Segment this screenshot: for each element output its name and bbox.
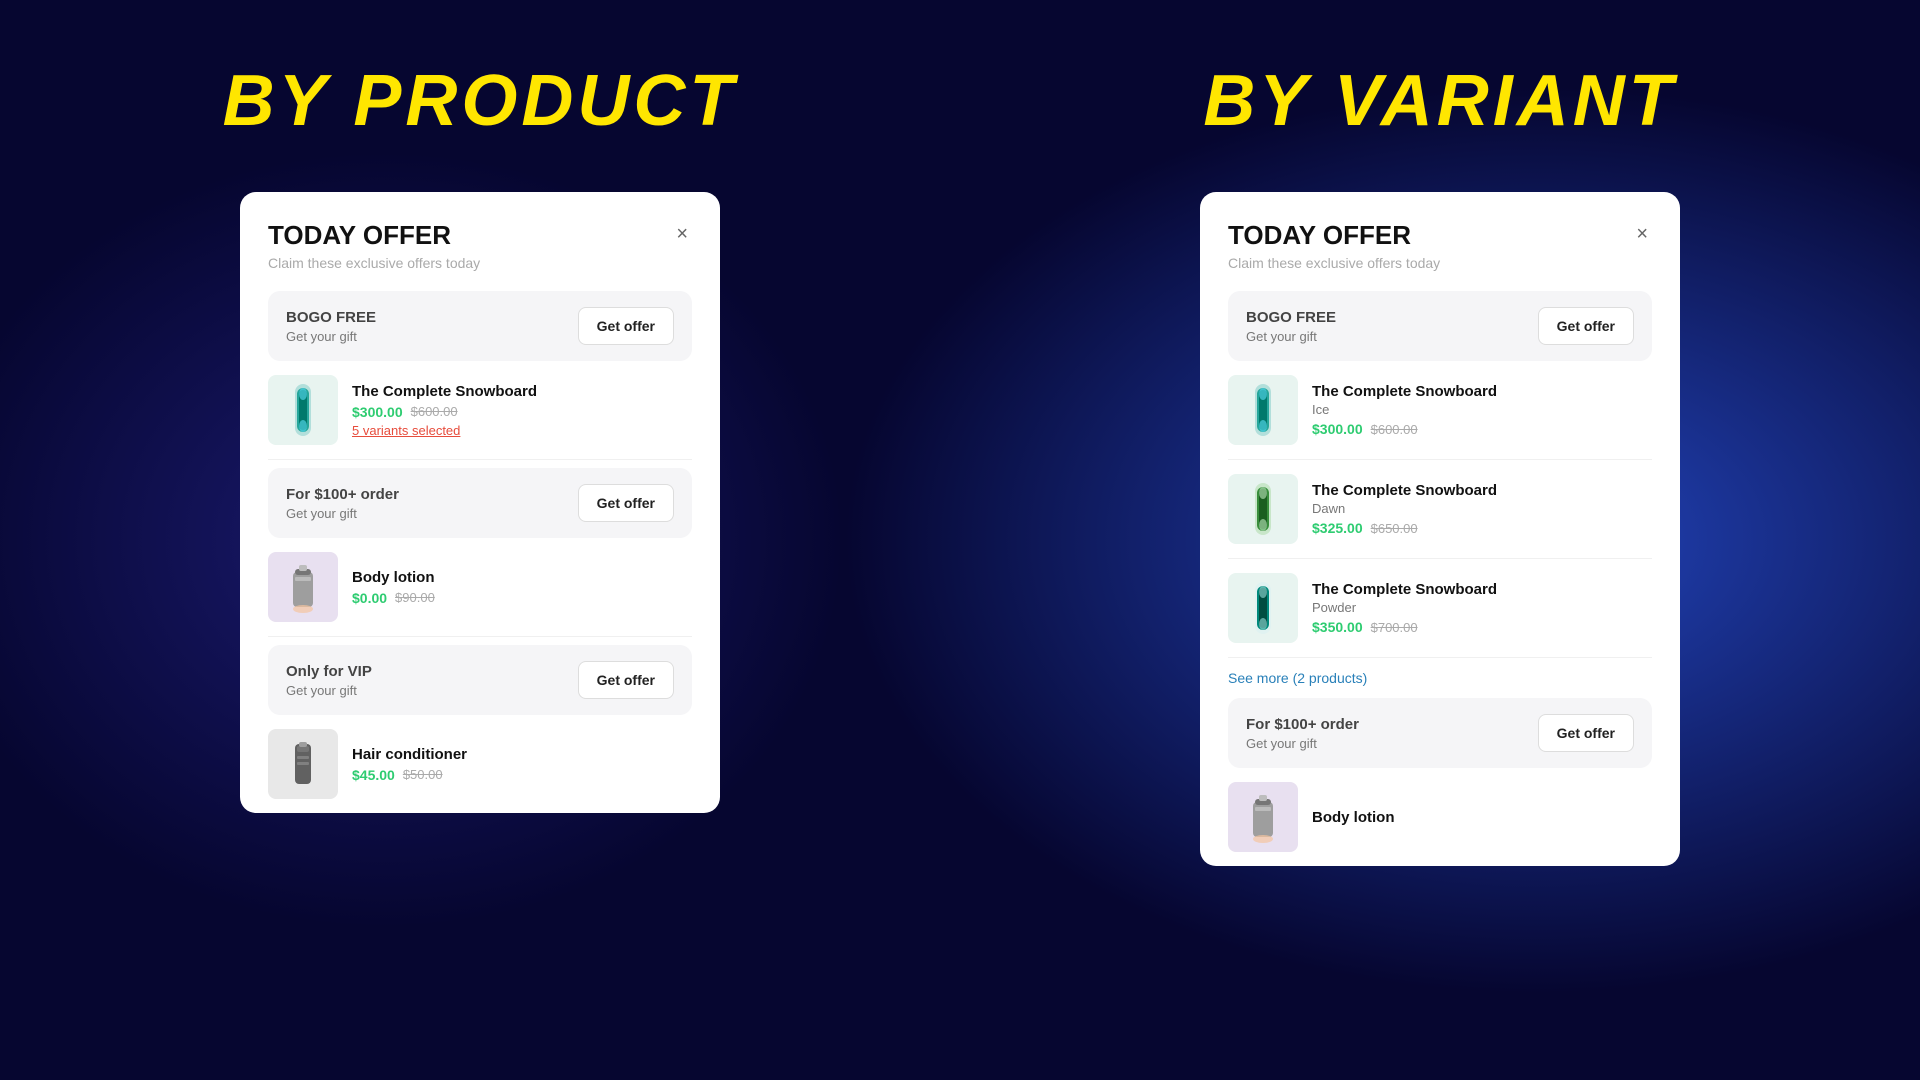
price-current-lotion: $0.00 bbox=[352, 590, 387, 606]
offer-100-sublabel-product: Get your gift bbox=[286, 506, 399, 521]
offer-section-100-variant: For $100+ order Get your gift Get offer bbox=[1228, 698, 1652, 768]
offer-section-100-product: For $100+ order Get your gift Get offer bbox=[268, 468, 692, 538]
bogo-sublabel-product: Get your gift bbox=[286, 329, 376, 344]
offer-bogo-text: BOGO FREE Get your gift bbox=[286, 309, 376, 344]
price-row-conditioner: $45.00 $50.00 bbox=[352, 767, 692, 783]
card-header-text: TODAY OFFER Claim these exclusive offers… bbox=[268, 220, 480, 271]
product-item-conditioner-product: Hair conditioner $45.00 $50.00 bbox=[268, 715, 692, 813]
product-info-snowboard-ice: The Complete Snowboard Ice $300.00 $600.… bbox=[1312, 383, 1652, 437]
product-name-snowboard: The Complete Snowboard bbox=[352, 383, 692, 400]
product-name-conditioner: Hair conditioner bbox=[352, 746, 692, 763]
product-name-lotion-variant: Body lotion bbox=[1312, 809, 1652, 826]
price-row-snowboard-dawn: $325.00 $650.00 bbox=[1312, 520, 1652, 536]
price-original-lotion: $90.00 bbox=[395, 590, 435, 605]
variants-selected-snowboard: 5 variants selected bbox=[352, 423, 692, 438]
product-info-snowboard: The Complete Snowboard $300.00 $600.00 5… bbox=[352, 383, 692, 438]
price-original-conditioner: $50.00 bbox=[403, 767, 443, 782]
offer-100-text: For $100+ order Get your gift bbox=[286, 486, 399, 521]
product-image-snowboard-dawn bbox=[1228, 474, 1298, 544]
price-row-snowboard-ice: $300.00 $600.00 bbox=[1312, 421, 1652, 437]
product-info-lotion: Body lotion $0.00 $90.00 bbox=[352, 569, 692, 606]
offer-100-label-product: For $100+ order bbox=[286, 486, 399, 503]
price-current-dawn: $325.00 bbox=[1312, 520, 1363, 536]
by-variant-title: BY VARIANT bbox=[1203, 60, 1676, 142]
get-offer-bogo-product[interactable]: Get offer bbox=[578, 307, 674, 345]
offer-section-bogo-variant: BOGO FREE Get your gift Get offer bbox=[1228, 291, 1652, 361]
product-item-lotion-product: Body lotion $0.00 $90.00 bbox=[268, 538, 692, 637]
offer-section-vip-product: Only for VIP Get your gift Get offer bbox=[268, 645, 692, 715]
product-name-snowboard-powder: The Complete Snowboard bbox=[1312, 581, 1652, 598]
product-item-snowboard-dawn: The Complete Snowboard Dawn $325.00 $650… bbox=[1228, 460, 1652, 559]
price-original-dawn: $650.00 bbox=[1371, 521, 1418, 536]
see-more-link[interactable]: See more (2 products) bbox=[1228, 658, 1652, 698]
product-name-snowboard-ice: The Complete Snowboard bbox=[1312, 383, 1652, 400]
offer-100-sublabel-variant: Get your gift bbox=[1246, 736, 1359, 751]
offer-100-label-variant: For $100+ order bbox=[1246, 716, 1359, 733]
product-info-snowboard-powder: The Complete Snowboard Powder $350.00 $7… bbox=[1312, 581, 1652, 635]
price-current-conditioner: $45.00 bbox=[352, 767, 395, 783]
product-name-snowboard-dawn: The Complete Snowboard bbox=[1312, 482, 1652, 499]
product-variant-powder: Powder bbox=[1312, 600, 1652, 615]
close-button-variant[interactable]: × bbox=[1632, 220, 1652, 248]
get-offer-100-product[interactable]: Get offer bbox=[578, 484, 674, 522]
page-layout: BY PRODUCT TODAY OFFER Claim these exclu… bbox=[0, 0, 1920, 1080]
card-title-product: TODAY OFFER bbox=[268, 220, 480, 251]
offer-card-product: TODAY OFFER Claim these exclusive offers… bbox=[240, 192, 720, 813]
product-image-lotion bbox=[268, 552, 338, 622]
offer-card-variant: TODAY OFFER Claim these exclusive offers… bbox=[1200, 192, 1680, 866]
product-variant-ice: Ice bbox=[1312, 402, 1652, 417]
offer-section-bogo-product: BOGO FREE Get your gift Get offer bbox=[268, 291, 692, 361]
product-variant-dawn: Dawn bbox=[1312, 501, 1652, 516]
price-current-snowboard: $300.00 bbox=[352, 404, 403, 420]
card-header-product: TODAY OFFER Claim these exclusive offers… bbox=[268, 220, 692, 271]
price-current-ice: $300.00 bbox=[1312, 421, 1363, 437]
price-row-lotion: $0.00 $90.00 bbox=[352, 590, 692, 606]
price-row-snowboard: $300.00 $600.00 bbox=[352, 404, 692, 420]
column-by-product: BY PRODUCT TODAY OFFER Claim these exclu… bbox=[0, 0, 960, 1080]
get-offer-100-variant[interactable]: Get offer bbox=[1538, 714, 1634, 752]
offer-vip-text: Only for VIP Get your gift bbox=[286, 663, 372, 698]
product-item-snowboard-powder: The Complete Snowboard Powder $350.00 $7… bbox=[1228, 559, 1652, 658]
close-button-product[interactable]: × bbox=[672, 220, 692, 248]
column-by-variant: BY VARIANT TODAY OFFER Claim these exclu… bbox=[960, 0, 1920, 1080]
get-offer-vip-product[interactable]: Get offer bbox=[578, 661, 674, 699]
price-row-snowboard-powder: $350.00 $700.00 bbox=[1312, 619, 1652, 635]
product-image-snowboard-ice bbox=[1228, 375, 1298, 445]
card-subtitle-variant: Claim these exclusive offers today bbox=[1228, 255, 1440, 271]
product-info-snowboard-dawn: The Complete Snowboard Dawn $325.00 $650… bbox=[1312, 482, 1652, 536]
card-subtitle-product: Claim these exclusive offers today bbox=[268, 255, 480, 271]
offer-bogo-text-variant: BOGO FREE Get your gift bbox=[1246, 309, 1336, 344]
card-title-variant: TODAY OFFER bbox=[1228, 220, 1440, 251]
price-current-powder: $350.00 bbox=[1312, 619, 1363, 635]
bogo-sublabel-variant: Get your gift bbox=[1246, 329, 1336, 344]
product-image-snowboard-powder bbox=[1228, 573, 1298, 643]
product-info-lotion-variant: Body lotion bbox=[1312, 809, 1652, 826]
offer-100-text-variant: For $100+ order Get your gift bbox=[1246, 716, 1359, 751]
product-item-snowboard-ice: The Complete Snowboard Ice $300.00 $600.… bbox=[1228, 361, 1652, 460]
card-header-variant: TODAY OFFER Claim these exclusive offers… bbox=[1228, 220, 1652, 271]
product-name-lotion: Body lotion bbox=[352, 569, 692, 586]
product-item-lotion-variant: Body lotion bbox=[1228, 768, 1652, 866]
vip-label-product: Only for VIP bbox=[286, 663, 372, 680]
product-image-snowboard bbox=[268, 375, 338, 445]
product-image-conditioner bbox=[268, 729, 338, 799]
bogo-label-product: BOGO FREE bbox=[286, 309, 376, 326]
bogo-label-variant: BOGO FREE bbox=[1246, 309, 1336, 326]
by-product-title: BY PRODUCT bbox=[223, 60, 738, 142]
price-original-snowboard: $600.00 bbox=[411, 404, 458, 419]
product-image-lotion-variant bbox=[1228, 782, 1298, 852]
vip-sublabel-product: Get your gift bbox=[286, 683, 372, 698]
card-header-text-variant: TODAY OFFER Claim these exclusive offers… bbox=[1228, 220, 1440, 271]
price-original-ice: $600.00 bbox=[1371, 422, 1418, 437]
product-info-conditioner: Hair conditioner $45.00 $50.00 bbox=[352, 746, 692, 783]
get-offer-bogo-variant[interactable]: Get offer bbox=[1538, 307, 1634, 345]
price-original-powder: $700.00 bbox=[1371, 620, 1418, 635]
product-item-snowboard-product: The Complete Snowboard $300.00 $600.00 5… bbox=[268, 361, 692, 460]
